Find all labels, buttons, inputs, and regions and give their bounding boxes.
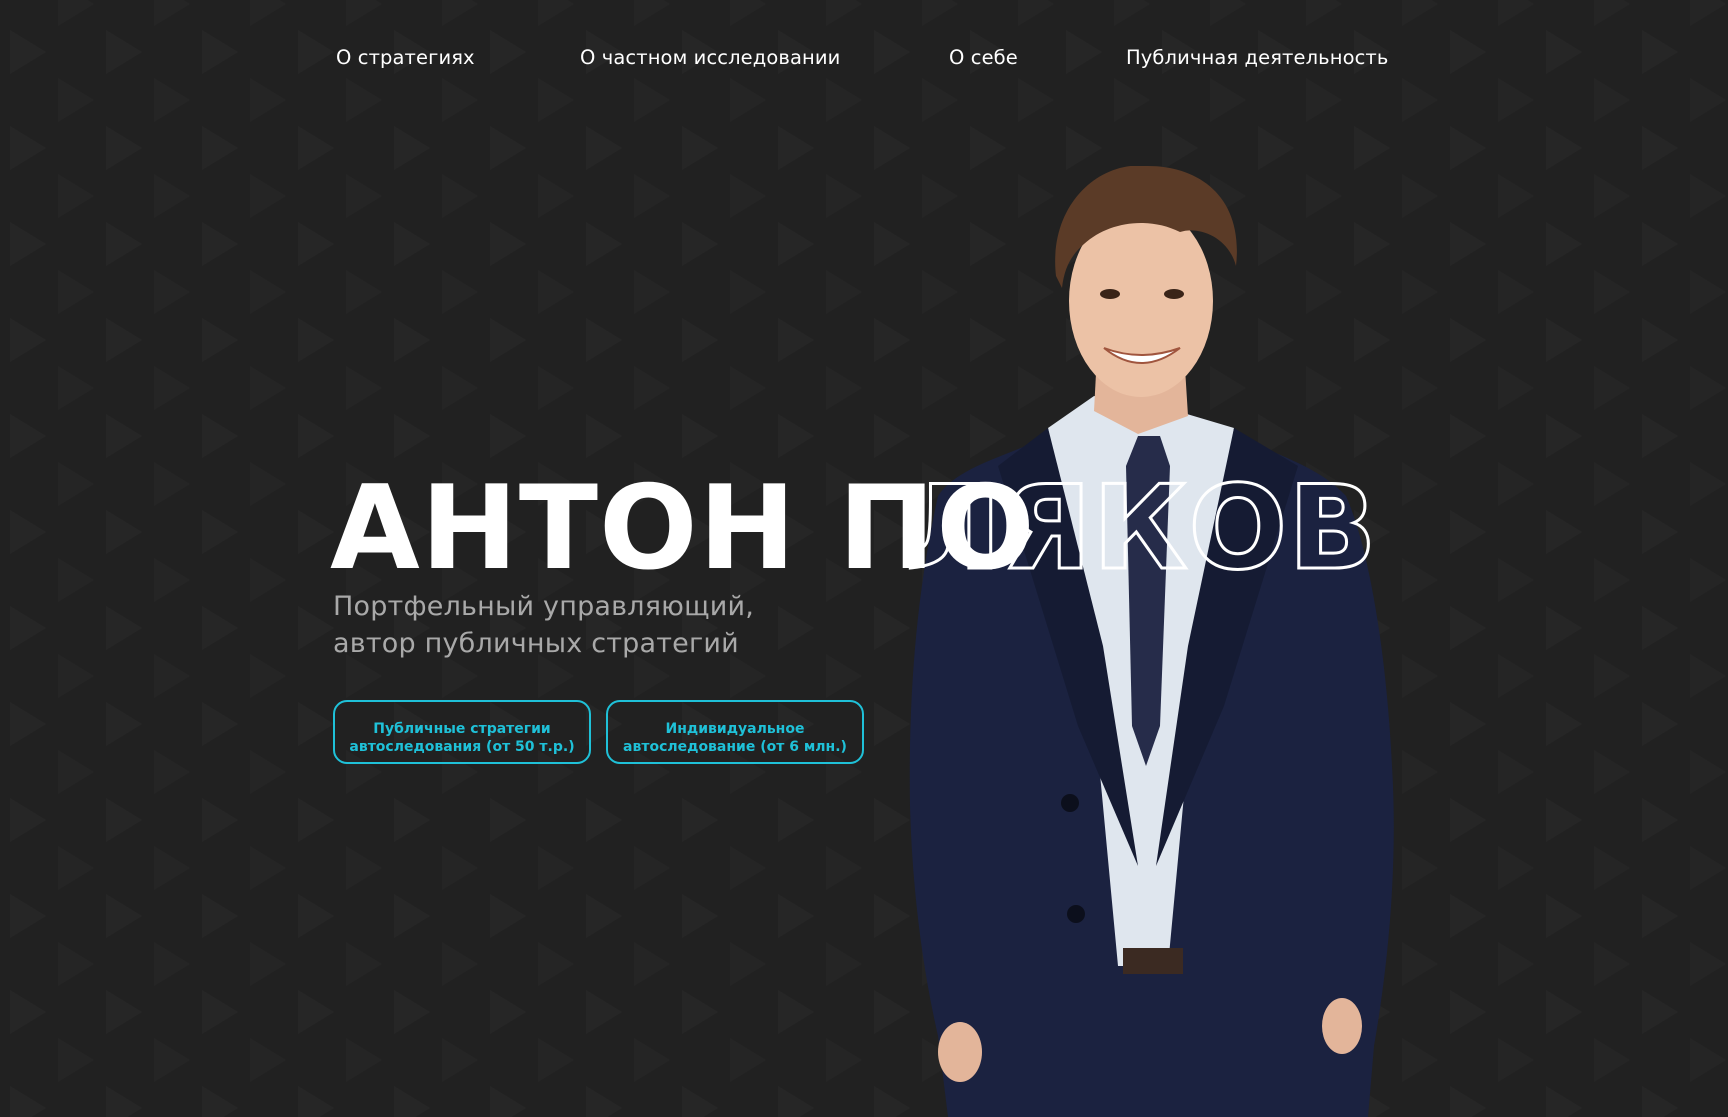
nav-link-public-activity[interactable]: Публичная деятельность — [1126, 46, 1389, 69]
hero-subtitle-line-1: Портфельный управляющий, — [333, 591, 755, 622]
public-strategies-button[interactable]: Публичные стратегии автоследования (от 5… — [333, 700, 591, 764]
individual-following-button[interactable]: Индивидуальное автоследование (от 6 млн.… — [606, 700, 864, 764]
nav-link-about[interactable]: О себе — [949, 46, 1018, 69]
individual-following-button-line-1: Индивидуальное — [665, 720, 805, 737]
public-strategies-button-line-1: Публичные стратегии — [373, 720, 551, 737]
hero-subtitle: Портфельный управляющий, автор публичных… — [333, 588, 754, 662]
hero-title: АНТОН ПО ЛЯКОВ — [330, 460, 1378, 598]
nav-link-strategies[interactable]: О стратегиях — [336, 46, 475, 69]
hero-title-outline: ЛЯКОВ — [905, 461, 1378, 596]
main-nav: О стратегиях О частном исследовании О се… — [0, 46, 1728, 76]
public-strategies-button-line-2: автоследования (от 50 т.р.) — [349, 738, 575, 755]
individual-following-button-line-2: автоследование (от 6 млн.) — [623, 738, 847, 755]
nav-link-private-research[interactable]: О частном исследовании — [580, 46, 840, 69]
hero-subtitle-line-2: автор публичных стратегий — [333, 628, 739, 659]
landing-page: О стратегиях О частном исследовании О се… — [0, 0, 1728, 1117]
portrait-photo — [909, 166, 1394, 1117]
